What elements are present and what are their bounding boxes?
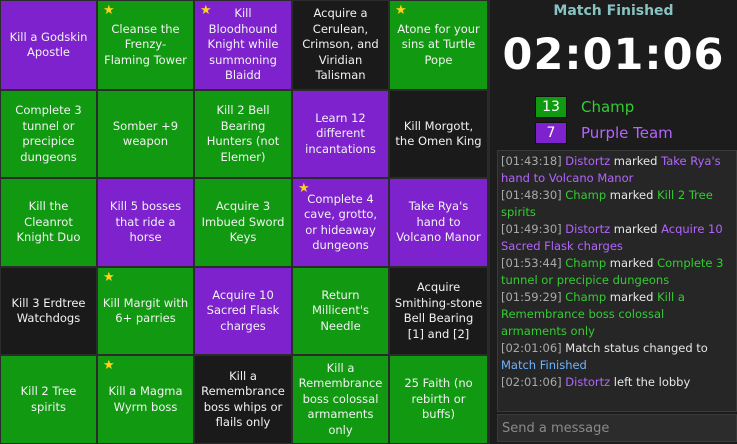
team-count: 13 bbox=[535, 96, 567, 118]
log-segment: Distortz bbox=[565, 154, 611, 168]
bingo-cell[interactable]: Kill 5 bosses that ride a horse bbox=[97, 178, 194, 267]
star-icon: ★ bbox=[200, 3, 212, 18]
cell-label: Kill 3 Erdtree Watchdogs bbox=[11, 295, 86, 326]
bingo-cell[interactable]: Kill 3 Erdtree Watchdogs bbox=[0, 267, 97, 355]
bingo-cell[interactable]: Acquire Smithing-stone Bell Bearing [1] … bbox=[389, 267, 488, 355]
log-entry: [02:01:06] Distortz left the lobby bbox=[501, 374, 733, 391]
bingo-cell[interactable]: ★ Complete 4 cave, grotto, or hideaway du… bbox=[292, 178, 389, 267]
log-entry: [01:59:29] Champ marked Kill a Remembran… bbox=[501, 289, 733, 340]
log-segment: Match status changed to bbox=[565, 341, 708, 355]
match-timer: 02:01:06 bbox=[502, 30, 725, 80]
side-panel: Match Finished 02:01:06 13 Champ 7 Purpl… bbox=[490, 0, 737, 444]
bingo-cell[interactable]: 25 Faith (no rebirth or buffs) bbox=[389, 355, 488, 444]
match-status: Match Finished bbox=[553, 3, 674, 19]
log-segment: marked bbox=[606, 256, 658, 270]
team-count: 7 bbox=[535, 122, 567, 144]
star-icon: ★ bbox=[103, 3, 115, 18]
cell-label: Cleanse the Frenzy-Flaming Tower bbox=[104, 21, 187, 67]
star-icon: ★ bbox=[103, 270, 115, 285]
team-name: Champ bbox=[581, 98, 635, 116]
chat-log[interactable]: [01:43:18] Distortz marked Take Rya's ha… bbox=[497, 150, 737, 412]
log-entry: [01:48:30] Champ marked Kill 2 Tree spir… bbox=[501, 187, 733, 221]
cell-label: Kill 2 Bell Bearing Hunters (not Elemer) bbox=[206, 103, 280, 164]
bingo-cell[interactable]: Kill 2 Tree spirits bbox=[0, 355, 97, 444]
log-entry: [01:49:30] Distortz marked Acquire 10 Sa… bbox=[501, 221, 733, 255]
cell-label: Acquire Smithing-stone Bell Bearing [1] … bbox=[394, 280, 483, 341]
cell-label: Kill 2 Tree spirits bbox=[20, 384, 77, 414]
log-segment: Champ bbox=[565, 256, 607, 270]
cell-label: Kill Bloodhound Knight while summoning B… bbox=[207, 6, 279, 83]
cell-label: Kill the Cleanrot Knight Duo bbox=[16, 199, 81, 245]
chat-input[interactable] bbox=[497, 414, 737, 442]
log-segment: marked bbox=[610, 154, 662, 168]
bingo-cell[interactable]: ★ Atone for your sins at Turtle Pope bbox=[389, 0, 488, 90]
bingo-cell[interactable]: Learn 12 different incantations bbox=[292, 90, 389, 178]
bingo-cell[interactable]: Kill a Remembrance boss whips or flails … bbox=[194, 355, 292, 444]
bingo-cell[interactable]: Kill Morgott, the Omen King bbox=[389, 90, 488, 178]
cell-label: Complete 4 cave, grotto, or hideaway dun… bbox=[303, 191, 378, 253]
bingo-cell[interactable]: Kill 2 Bell Bearing Hunters (not Elemer) bbox=[194, 90, 292, 178]
log-segment: Distortz bbox=[565, 375, 611, 389]
log-segment: [01:43:18] bbox=[501, 154, 566, 168]
cell-label: Kill Morgott, the Omen King bbox=[395, 118, 482, 149]
star-icon: ★ bbox=[103, 358, 115, 373]
log-segment: marked bbox=[610, 222, 662, 236]
cell-label: Take Rya's hand to Volcano Manor bbox=[396, 199, 481, 245]
bingo-cell[interactable]: Acquire 3 Imbued Sword Keys bbox=[194, 178, 292, 267]
cell-label: Kill Margit with 6+ parries bbox=[102, 295, 189, 326]
cell-label: Kill a Remembrance boss colossal armamen… bbox=[298, 360, 383, 437]
log-segment: Distortz bbox=[565, 222, 611, 236]
star-icon: ★ bbox=[395, 3, 407, 18]
bingo-cell[interactable]: Take Rya's hand to Volcano Manor bbox=[389, 178, 488, 267]
cell-label: Complete 3 tunnel or precipice dungeons bbox=[15, 103, 82, 164]
log-entry: [02:01:06] Match status changed to Match… bbox=[501, 340, 733, 374]
bingo-cell[interactable]: ★ Kill Bloodhound Knight while summoning … bbox=[194, 0, 292, 90]
cell-label: Kill a Remembrance boss whips or flails … bbox=[201, 368, 285, 430]
cell-label: Acquire 3 Imbued Sword Keys bbox=[201, 199, 285, 245]
bingo-cell[interactable]: Somber +9 weapon bbox=[97, 90, 194, 178]
log-segment: [01:59:29] bbox=[501, 290, 566, 304]
team-name: Purple Team bbox=[581, 124, 673, 142]
bingo-cell[interactable]: Kill a Remembrance boss colossal armamen… bbox=[292, 355, 389, 444]
log-segment: [01:48:30] bbox=[501, 188, 566, 202]
cell-label: Kill a Magma Wyrm boss bbox=[108, 384, 183, 414]
bingo-cell[interactable]: Kill a Godskin Apostle bbox=[0, 0, 97, 90]
log-entry: [01:53:44] Champ marked Complete 3 tunne… bbox=[501, 255, 733, 289]
bingo-board: Kill a Godskin Apostle ★ Cleanse the Frenz… bbox=[0, 0, 490, 444]
cell-label: Kill 5 bosses that ride a horse bbox=[109, 199, 182, 245]
bingo-cell[interactable]: ★ Cleanse the Frenzy-Flaming Tower bbox=[97, 0, 194, 90]
cell-label: Acquire 10 Sacred Flask charges bbox=[206, 287, 280, 333]
log-entry: [01:43:18] Distortz marked Take Rya's ha… bbox=[501, 153, 733, 187]
bingo-cell[interactable]: Kill the Cleanrot Knight Duo bbox=[0, 178, 97, 267]
bingo-cell[interactable]: Acquire 10 Sacred Flask charges bbox=[194, 267, 292, 355]
log-segment: [01:49:30] bbox=[501, 222, 566, 236]
log-segment: marked bbox=[606, 188, 658, 202]
log-segment: Champ bbox=[565, 188, 607, 202]
log-segment: marked bbox=[606, 290, 658, 304]
team-purple: 7 Purple Team bbox=[535, 122, 673, 144]
log-segment: Champ bbox=[565, 290, 607, 304]
cell-label: Somber +9 weapon bbox=[112, 118, 179, 149]
log-segment: [01:53:44] bbox=[501, 256, 566, 270]
bingo-cell[interactable]: Complete 3 tunnel or precipice dungeons bbox=[0, 90, 97, 178]
cell-label: Atone for your sins at Turtle Pope bbox=[397, 21, 480, 67]
team-champ: 13 Champ bbox=[535, 96, 634, 118]
log-segment: left the lobby bbox=[610, 375, 691, 389]
log-segment: [02:01:06] bbox=[501, 341, 566, 355]
cell-label: Learn 12 different incantations bbox=[305, 110, 376, 156]
cell-label: Return Millicent's Needle bbox=[311, 287, 370, 333]
log-segment: [02:01:06] bbox=[501, 375, 566, 389]
bingo-cell[interactable]: ★ Kill Margit with 6+ parries bbox=[97, 267, 194, 355]
bingo-cell[interactable]: ★ Kill a Magma Wyrm boss bbox=[97, 355, 194, 444]
bingo-cell[interactable]: Return Millicent's Needle bbox=[292, 267, 389, 355]
cell-label: 25 Faith (no rebirth or buffs) bbox=[404, 376, 473, 422]
cell-label: Acquire a Cerulean, Crimson, and Viridia… bbox=[302, 6, 379, 83]
cell-label: Kill a Godskin Apostle bbox=[9, 29, 88, 60]
bingo-cell[interactable]: Acquire a Cerulean, Crimson, and Viridia… bbox=[292, 0, 389, 90]
log-segment: Match Finished bbox=[501, 358, 587, 372]
star-icon: ★ bbox=[298, 181, 310, 196]
